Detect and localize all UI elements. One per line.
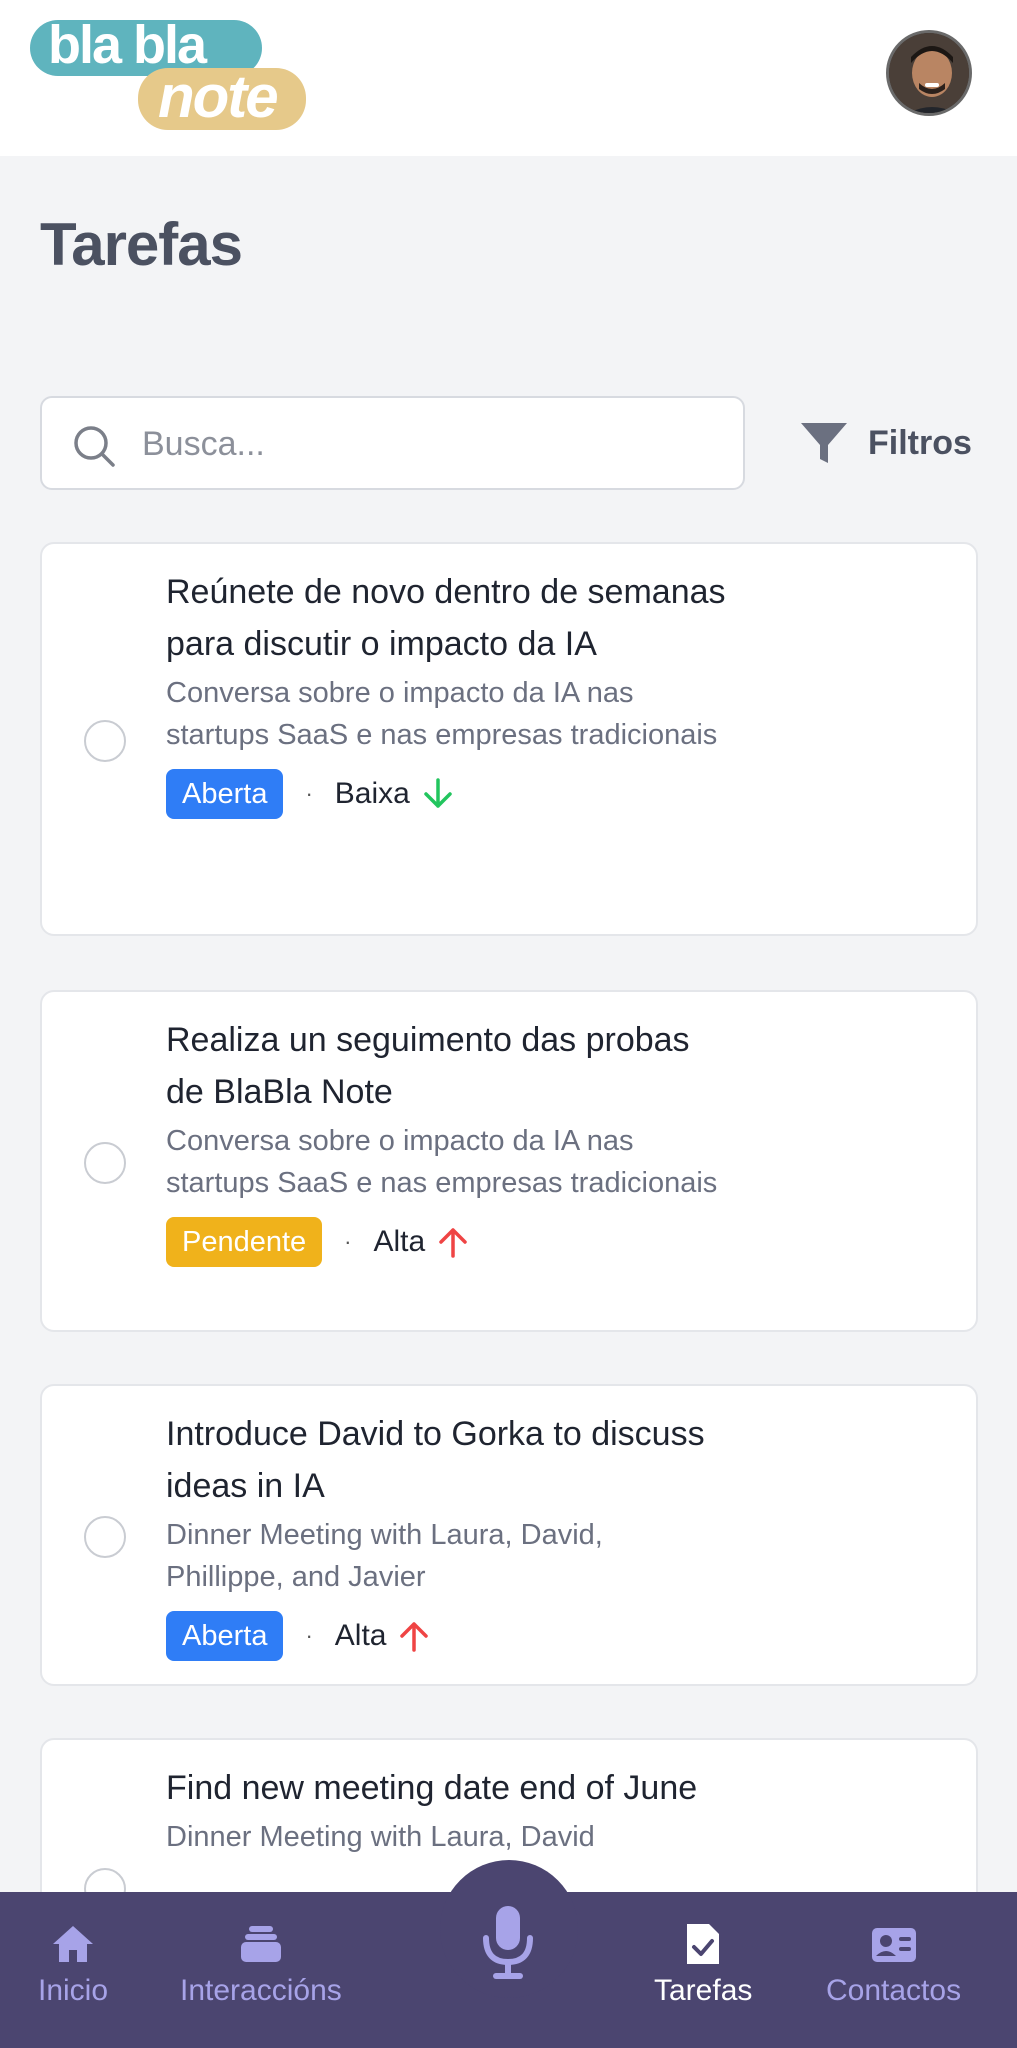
task-description: Conversa sobre o impacto da IA nas start… xyxy=(166,1125,718,1199)
user-avatar[interactable] xyxy=(886,30,972,116)
nav-label: Tarefas xyxy=(654,1974,753,2007)
priority-label: Alta xyxy=(373,1225,426,1258)
contact-card-icon xyxy=(871,1928,916,1962)
status-badge: Pendente xyxy=(166,1217,323,1267)
nav-item-contactos[interactable]: Contactos xyxy=(826,1920,961,2008)
arrow-down-icon xyxy=(424,778,452,808)
task-complete-checkbox[interactable] xyxy=(84,720,126,762)
microphone-icon[interactable] xyxy=(478,1902,538,1982)
task-card[interactable]: Introduce David to Gorka to discuss idea… xyxy=(40,1384,978,1686)
task-card[interactable]: Realiza un seguimento das probas de BlaB… xyxy=(40,990,978,1332)
task-description: Conversa sobre o impacto da IA nas start… xyxy=(166,677,718,751)
status-badge: Aberta xyxy=(166,769,284,819)
task-title: Find new meeting date end of June xyxy=(166,1769,698,1807)
stack-icon xyxy=(240,1926,281,1962)
task-description: Dinner Meeting with Laura, David, Philli… xyxy=(166,1519,603,1593)
separator-dot: · xyxy=(305,1623,313,1648)
app-header: bla bla note xyxy=(0,0,1017,156)
home-icon xyxy=(53,1926,94,1962)
task-complete-checkbox[interactable] xyxy=(84,1516,126,1558)
task-description: Dinner Meeting with Laura, David xyxy=(166,1821,595,1853)
blabla-note-logo[interactable]: bla bla note xyxy=(30,20,310,132)
priority-label: Baixa xyxy=(334,777,410,810)
nav-item-interaccions[interactable]: Interaccións xyxy=(180,1920,342,2008)
logo-bottom-text: note xyxy=(138,68,306,130)
priority-label: Alta xyxy=(334,1619,387,1652)
search-box[interactable] xyxy=(40,396,745,490)
arrow-up-icon xyxy=(400,1622,429,1652)
page-title: Tarefas xyxy=(40,211,243,278)
task-title: Realiza un seguimento das probas de BlaB… xyxy=(166,1021,690,1111)
arrow-up-icon xyxy=(439,1228,467,1258)
filters-button[interactable]: Filtros xyxy=(798,414,972,472)
task-icon xyxy=(687,1924,720,1964)
task-title: Reúnete de novo dentro de semanas para d… xyxy=(166,573,726,663)
nav-label: Contactos xyxy=(826,1974,962,2007)
search-icon xyxy=(74,426,115,467)
filters-label: Filtros xyxy=(868,423,972,462)
task-title: Introduce David to Gorka to discuss idea… xyxy=(166,1415,705,1505)
nav-label: Interaccións xyxy=(180,1974,342,2007)
filter-icon xyxy=(801,423,847,463)
nav-item-tarefas[interactable]: Tarefas xyxy=(654,1920,752,2008)
separator-dot: · xyxy=(305,781,313,806)
task-card[interactable]: Reúnete de novo dentro de semanas para d… xyxy=(40,542,978,936)
separator-dot: · xyxy=(344,1229,352,1254)
nav-item-inicio[interactable]: Inicio xyxy=(38,1920,108,2008)
nav-label: Inicio xyxy=(38,1974,109,2007)
search-input[interactable] xyxy=(142,416,722,472)
task-complete-checkbox[interactable] xyxy=(84,1142,126,1184)
status-badge: Aberta xyxy=(166,1611,284,1661)
